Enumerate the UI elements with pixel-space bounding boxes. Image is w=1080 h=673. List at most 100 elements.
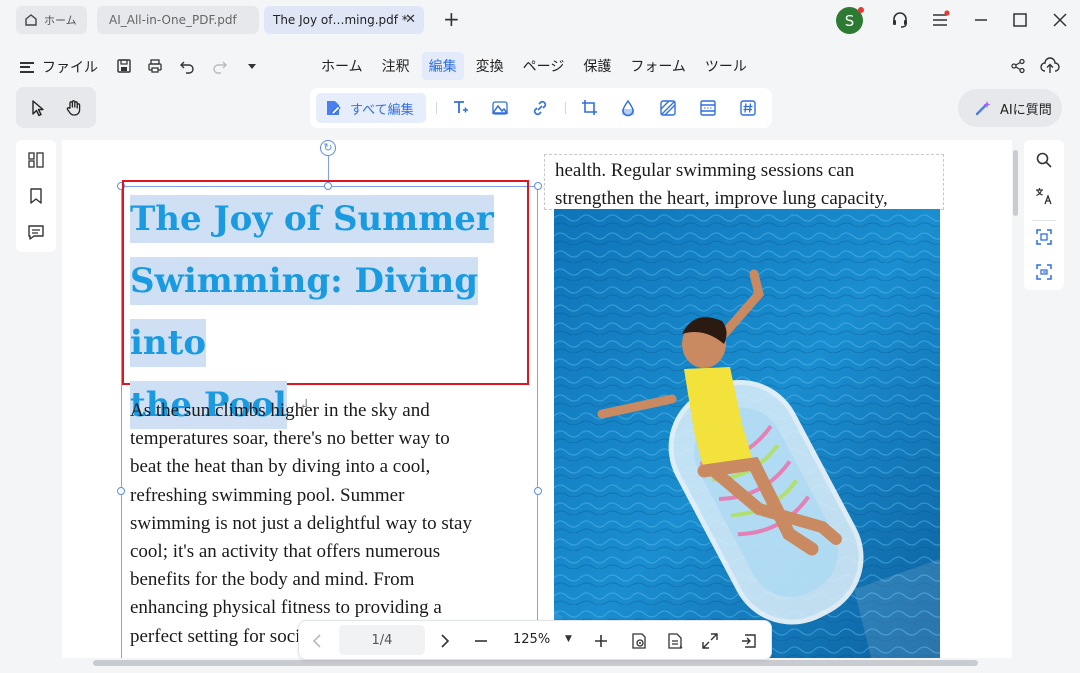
horizontal-scrollbar[interactable]: [93, 660, 978, 666]
screen-capture-icon[interactable]: [1034, 262, 1054, 282]
menu-tab-tools[interactable]: ツール: [698, 52, 754, 80]
save-icon[interactable]: [114, 56, 134, 76]
menu-tab-convert[interactable]: 変換: [469, 52, 511, 80]
hamburger-icon: [20, 61, 34, 73]
edit-all-button[interactable]: すべて編集: [316, 93, 426, 123]
print-icon[interactable]: [145, 56, 165, 76]
body-line: cool; it's an activity that offers numer…: [130, 541, 441, 563]
close-tab-icon[interactable]: ✕: [405, 12, 416, 27]
page-layout-icon[interactable]: [665, 631, 685, 651]
bates-number-icon[interactable]: [738, 98, 758, 118]
menu-tab-home[interactable]: ホーム: [314, 52, 370, 80]
zoom-in-icon[interactable]: [591, 631, 611, 651]
title-line-1: The Joy of Summer: [130, 195, 494, 243]
tab-home[interactable]: ホーム: [16, 6, 87, 34]
bookmark-icon[interactable]: [26, 186, 46, 206]
home-icon: [25, 14, 37, 26]
rotate-handle-icon[interactable]: ↻: [320, 140, 336, 156]
tab-file-joy-of-swimming[interactable]: The Joy of…ming.pdf * ✕: [264, 6, 424, 34]
body-paragraph[interactable]: As the sun climbs higher in the sky and …: [130, 397, 520, 651]
hand-pan-icon[interactable]: [64, 98, 84, 118]
title-bar: ホーム AI_All-in-One_PDF.pdf The Joy of…min…: [0, 0, 1080, 42]
column-2-line: health. Regular swimming sessions can: [555, 160, 855, 181]
add-link-icon[interactable]: [530, 98, 550, 118]
resize-handle-top-right[interactable]: [534, 182, 542, 190]
menu-tab-protect[interactable]: 保護: [576, 52, 618, 80]
title-line-2: Swimming: Diving into: [130, 257, 479, 367]
quick-access-dropdown-icon[interactable]: [242, 56, 262, 76]
previous-page-icon[interactable]: [307, 631, 327, 651]
cloud-upload-icon[interactable]: [1040, 56, 1060, 76]
page-number-text: 1/4: [371, 632, 393, 648]
next-page-icon[interactable]: [435, 631, 455, 651]
thumbnails-icon[interactable]: [26, 150, 46, 170]
zoom-dropdown-icon[interactable]: ▼: [565, 634, 572, 644]
menu-bar: ファイル ホーム 注釈 編集 変換 ページ 保護 フォーム ツール: [0, 48, 1080, 84]
tab-label: AI_All-in-One_PDF.pdf: [109, 13, 237, 27]
avatar[interactable]: S: [836, 7, 864, 34]
ask-ai-button[interactable]: AIに質問: [958, 89, 1062, 127]
comments-icon[interactable]: [26, 222, 46, 242]
toolbar-divider: [436, 102, 437, 114]
panel-divider: [1032, 220, 1056, 221]
body-line: temperatures soar, there's no better way…: [130, 428, 450, 450]
title-line: The Joy of Summer: [130, 188, 530, 250]
file-menu-label: ファイル: [42, 60, 98, 76]
header-footer-icon[interactable]: [698, 98, 718, 118]
new-tab-plus-icon[interactable]: +: [443, 8, 460, 30]
column-2-line: strengthen the heart, improve lung capac…: [555, 188, 888, 209]
body-line: refreshing swimming pool. Summer: [130, 484, 405, 506]
menu-tab-page[interactable]: ページ: [516, 52, 572, 80]
menu-tab-edit[interactable]: 編集: [421, 52, 464, 80]
fit-screen-icon[interactable]: [700, 631, 720, 651]
menu-tab-annotate[interactable]: 注釈: [375, 52, 417, 80]
file-menu-button[interactable]: ファイル: [20, 57, 98, 77]
background-icon[interactable]: [658, 98, 678, 118]
pointer-tools: [16, 87, 96, 128]
add-image-icon[interactable]: [490, 98, 510, 118]
read-mode-icon[interactable]: [629, 631, 649, 651]
vertical-scrollbar[interactable]: [1013, 150, 1018, 216]
title-line: Swimming: Diving into: [130, 250, 530, 374]
main-menu-tabs: ホーム 注釈 編集 変換 ページ 保護 フォーム ツール: [314, 52, 759, 80]
undo-icon[interactable]: [177, 56, 197, 76]
ask-ai-label: AIに質問: [1000, 102, 1052, 118]
maximize-icon[interactable]: [1009, 9, 1031, 31]
support-headset-icon[interactable]: [889, 9, 911, 31]
redo-icon[interactable]: [210, 56, 230, 76]
select-cursor-icon[interactable]: [28, 98, 48, 118]
share-icon[interactable]: [1008, 56, 1028, 76]
edit-all-label: すべて編集: [350, 102, 414, 118]
edit-all-icon: [327, 101, 341, 115]
watermark-icon[interactable]: [618, 98, 638, 118]
body-line: beat the heat than by diving into a cool…: [130, 456, 431, 478]
page-number-field[interactable]: 1/4: [339, 625, 425, 655]
resize-handle-right[interactable]: [534, 487, 542, 495]
tab-file-ai-all-in-one[interactable]: AI_All-in-One_PDF.pdf: [97, 6, 259, 34]
main-menu-icon[interactable]: [929, 9, 951, 31]
column-2-text-block[interactable]: health. Regular swimming sessions can st…: [544, 154, 944, 210]
toolbar-divider: [565, 102, 566, 114]
translate-icon[interactable]: [1034, 186, 1054, 206]
pool-photo[interactable]: [554, 209, 940, 658]
resize-handle-left[interactable]: [117, 487, 125, 495]
ocr-scan-icon[interactable]: [1034, 227, 1054, 247]
collapse-bar-icon[interactable]: [739, 631, 759, 651]
minimize-icon[interactable]: [970, 9, 992, 31]
zoom-level[interactable]: 125%: [513, 632, 550, 647]
crop-page-icon[interactable]: [580, 98, 600, 118]
menu-tab-form[interactable]: フォーム: [623, 52, 693, 80]
search-icon[interactable]: [1034, 150, 1054, 170]
pool-photo-image: [554, 209, 940, 658]
page-navigation-bar: 1/4 125% ▼: [298, 620, 772, 660]
zoom-out-icon[interactable]: [471, 631, 491, 651]
body-line: benefits for the body and mind. From: [130, 569, 415, 591]
body-line: As the sun climbs higher in the sky and: [130, 400, 430, 421]
ai-sparkle-icon: [975, 101, 991, 116]
close-window-icon[interactable]: [1049, 9, 1071, 31]
document-page: ↻ The Joy of Summer Swimming: Diving int…: [62, 140, 1012, 658]
edit-toolbar: すべて編集: [310, 88, 772, 128]
body-line: enhancing physical fitness to providing …: [130, 597, 442, 619]
add-text-icon[interactable]: [450, 98, 470, 118]
right-side-panel: [1024, 140, 1064, 290]
